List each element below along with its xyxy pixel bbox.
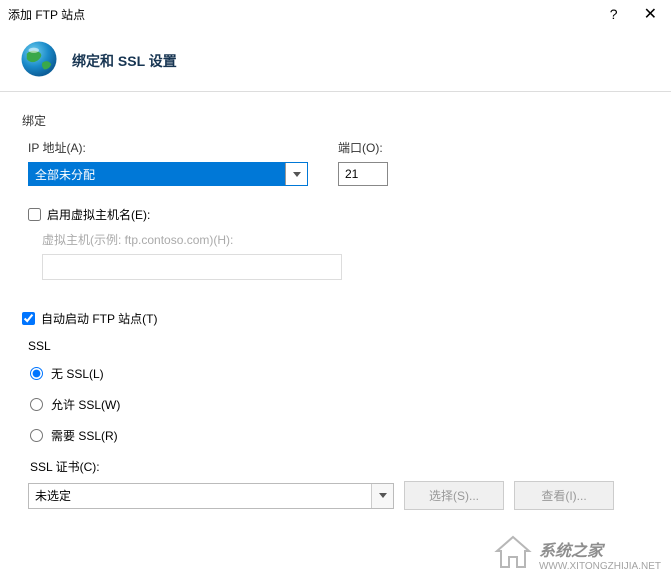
enable-virtualhost-checkbox[interactable] — [28, 208, 41, 221]
virtualhost-input — [42, 254, 342, 280]
ssl-allow-radio[interactable] — [30, 398, 43, 411]
watermark: 系统之家 WWW.XITONGZHIJIA.NET — [493, 535, 661, 574]
autostart-label: 自动启动 FTP 站点(T) — [41, 310, 157, 327]
port-input[interactable] — [338, 162, 388, 186]
ssl-group-label: SSL — [28, 339, 649, 353]
enable-virtualhost-label: 启用虚拟主机名(E): — [47, 206, 150, 223]
page-title: 绑定和 SSL 设置 — [72, 51, 177, 71]
ip-address-input[interactable] — [29, 163, 285, 185]
ssl-require-radio[interactable] — [30, 429, 43, 442]
virtualhost-hint-label: 虚拟主机(示例: ftp.contoso.com)(H): — [42, 231, 649, 248]
port-label: 端口(O): — [338, 139, 388, 156]
dialog-header: 绑定和 SSL 设置 — [0, 28, 671, 91]
ssl-cert-input[interactable] — [29, 484, 371, 508]
titlebar: 添加 FTP 站点 ? ✕ — [0, 0, 671, 28]
chevron-down-icon — [379, 493, 387, 498]
ssl-cert-dropdown-button[interactable] — [371, 484, 393, 508]
chevron-down-icon — [293, 172, 301, 177]
header-divider — [0, 91, 671, 92]
ssl-cert-label: SSL 证书(C): — [30, 458, 649, 475]
view-cert-button: 查看(I)... — [514, 481, 614, 510]
select-cert-button: 选择(S)... — [404, 481, 504, 510]
ssl-none-label: 无 SSL(L) — [51, 365, 104, 382]
autostart-checkbox[interactable] — [22, 312, 35, 325]
close-button[interactable]: ✕ — [638, 2, 663, 26]
window-title: 添加 FTP 站点 — [8, 6, 610, 23]
ssl-allow-label: 允许 SSL(W) — [51, 396, 120, 413]
ip-address-label: IP 地址(A): — [28, 139, 308, 156]
help-button[interactable]: ? — [610, 6, 618, 22]
ip-address-combo[interactable] — [28, 162, 308, 186]
ip-dropdown-button[interactable] — [285, 163, 307, 185]
watermark-url: WWW.XITONGZHIJIA.NET — [539, 561, 661, 572]
ssl-require-label: 需要 SSL(R) — [51, 427, 118, 444]
ssl-cert-combo[interactable] — [28, 483, 394, 509]
binding-group-label: 绑定 — [22, 112, 649, 129]
house-icon — [493, 535, 533, 574]
watermark-title: 系统之家 — [539, 537, 661, 561]
globe-icon — [18, 38, 60, 83]
ssl-none-radio[interactable] — [30, 367, 43, 380]
